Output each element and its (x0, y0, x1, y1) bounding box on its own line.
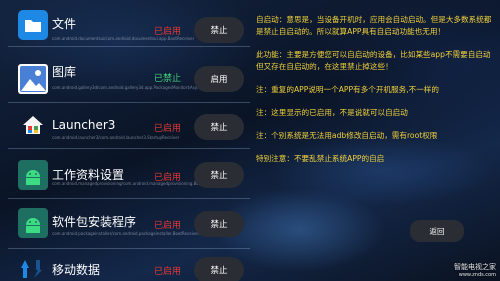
house-icon (22, 114, 44, 136)
disable-button[interactable]: 禁止 (194, 114, 244, 140)
status-text: 已启用 (154, 267, 182, 277)
signal-icon (20, 258, 42, 280)
enable-button[interactable]: 启用 (194, 66, 244, 92)
site-watermark: 智能电视之家 www.znds.com (454, 263, 496, 279)
back-button[interactable]: 返回 (410, 220, 464, 242)
status-text: 已启用 (154, 221, 182, 231)
status-text: 已禁止 (154, 74, 182, 84)
app-name: 移动数据 (52, 263, 101, 277)
disable-button[interactable]: 禁止 (194, 257, 244, 281)
app-name: 图库 (52, 65, 77, 79)
list-item: Launcher3 com.android.launcher3/com.andr… (8, 102, 250, 149)
help-notes: 自启动：意思是，当设备开机时，应用会自动启动。但是大多数系统都是禁止自启动的。所… (256, 14, 496, 176)
list-item: 工作资料设置 com.android.managedprovisioning/c… (8, 150, 250, 199)
note-text: 此功能：主要是方便您可以自启动的设备，比如某些app不需要自启动但又存在自启动的… (256, 50, 491, 71)
app-name: Launcher3 (52, 118, 116, 132)
status-text: 已启用 (154, 173, 182, 183)
folder-icon (18, 10, 48, 40)
autostart-app-list[interactable]: 文件 com.android.documentsui/com.android.d… (8, 0, 250, 281)
status-text: 已启用 (154, 124, 182, 134)
app-package: com.android.launcher3/com.android.launch… (52, 135, 180, 140)
list-item: 软件包安装程序 com.android.packageinstaller/com… (8, 198, 250, 249)
disable-button[interactable]: 禁止 (194, 17, 244, 43)
status-text: 已启用 (154, 27, 182, 37)
list-item: 文件 com.android.documentsui/com.android.d… (8, 0, 250, 47)
note-text: 注：这里显示的已启用，不是说就可以自启动 (256, 108, 408, 117)
app-package: com.android.gallery3d/com.android.galler… (52, 85, 217, 90)
image-icon (18, 64, 48, 94)
app-name: 软件包安装程序 (52, 215, 137, 229)
note-text: 注：个别系统是无法用adb修改自启动，需有root权限 (256, 131, 438, 140)
list-item: 移动数据 已启用 禁止 (8, 250, 250, 281)
note-text: 特别注意：不要乱禁止系统APP的自启 (256, 154, 385, 163)
android-icon (18, 208, 48, 238)
note-text: 注：重复的APP说明一个APP有多个开机服务,不一样的 (256, 85, 439, 94)
disable-button[interactable]: 禁止 (194, 162, 244, 188)
watermark-title: 智能电视之家 (454, 263, 496, 271)
watermark-url: www.znds.com (458, 272, 496, 278)
android-icon (18, 160, 48, 190)
disable-button[interactable]: 禁止 (194, 211, 244, 237)
list-item: 图库 com.android.gallery3d/com.android.gal… (8, 56, 250, 103)
note-text: 自启动：意思是，当设备开机时，应用会自动启动。但是大多数系统都是禁止自启动的。所… (256, 15, 492, 36)
app-package: com.android.packageinstaller/com.android… (52, 231, 200, 236)
app-name: 文件 (52, 17, 77, 31)
